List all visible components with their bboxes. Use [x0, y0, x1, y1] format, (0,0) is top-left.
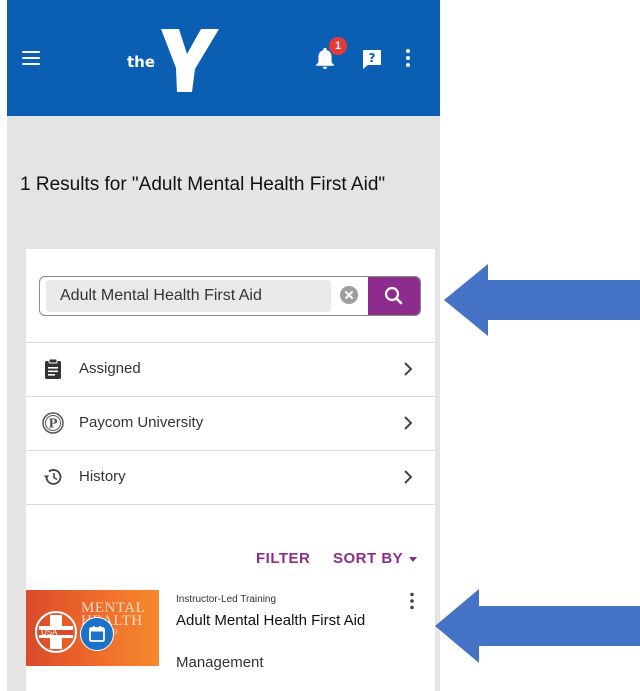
nav-label-assigned: Assigned	[79, 360, 141, 377]
course-type: Instructor-Led Training	[176, 594, 277, 605]
calendar-badge	[80, 617, 114, 651]
paycom-icon: P	[42, 412, 64, 434]
close-icon	[345, 291, 353, 299]
top-app-bar: YMCA the 1 ?	[7, 0, 440, 116]
logo-text: the	[127, 53, 156, 71]
menu-icon[interactable]	[22, 51, 40, 65]
history-icon	[43, 469, 62, 485]
sort-by-button[interactable]: SORT BY	[333, 550, 418, 567]
svg-text:YMCA: YMCA	[197, 79, 210, 94]
nav-item-history[interactable]: History	[26, 450, 435, 505]
svg-text:?: ?	[369, 51, 376, 65]
nav-label-paycom-university: Paycom University	[79, 414, 204, 431]
course-list-item[interactable]: USA MENTAL HEALTH FIRST AID Instructor-L…	[26, 584, 435, 691]
clipboard-icon	[45, 358, 61, 379]
course-category: Management	[176, 654, 264, 671]
search-input[interactable]	[46, 280, 330, 312]
search-field	[46, 280, 331, 312]
search-pointer-arrow	[444, 264, 640, 336]
search-card: Assigned P Paycom University	[26, 249, 435, 691]
clear-search-icon[interactable]	[340, 286, 358, 304]
course-pointer-arrow	[435, 589, 640, 663]
caret-down-icon	[409, 556, 418, 562]
more-vert-icon[interactable]	[406, 48, 410, 68]
nav-item-paycom-university[interactable]: P Paycom University	[26, 396, 435, 450]
notification-badge: 1	[329, 37, 347, 55]
svg-text:P: P	[48, 417, 57, 431]
chevron-right-icon	[404, 416, 413, 430]
filter-button[interactable]: FILTER	[256, 550, 310, 567]
calendar-icon	[89, 626, 105, 642]
nav-label-history: History	[79, 468, 126, 485]
sort-by-label: SORT BY	[333, 550, 404, 567]
course-thumbnail: USA MENTAL HEALTH FIRST AID	[26, 590, 159, 666]
app-screen: YMCA the 1 ? 1 Results for "Adult Mental…	[7, 0, 440, 691]
course-title[interactable]: Adult Mental Health First Aid	[176, 612, 365, 629]
help-icon[interactable]: ?	[362, 49, 382, 69]
search-button[interactable]	[368, 277, 420, 315]
search-icon	[384, 286, 403, 305]
ymca-logo[interactable]: YMCA the	[121, 24, 221, 96]
chevron-right-icon	[404, 362, 413, 376]
thumb-usa-label: USA	[41, 628, 58, 637]
course-more-vert-icon[interactable]	[410, 592, 414, 610]
nav-list: Assigned P Paycom University History	[26, 342, 435, 505]
nav-item-assigned[interactable]: Assigned	[26, 342, 435, 396]
search-bar	[39, 276, 421, 316]
chevron-right-icon	[404, 470, 413, 484]
page-title: 1 Results for "Adult Mental Health First…	[20, 173, 386, 195]
